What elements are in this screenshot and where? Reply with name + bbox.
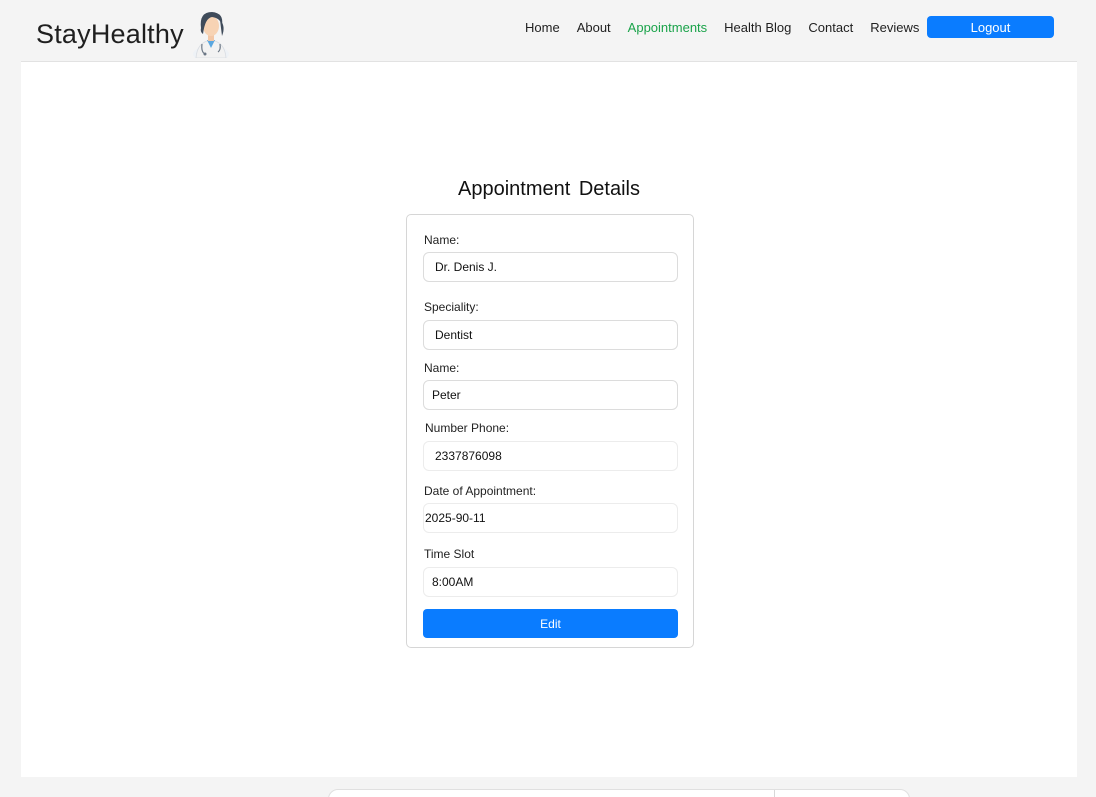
navbar: StayHealthy Home About Appointments Heal… (0, 0, 1096, 61)
speciality-field[interactable] (423, 320, 678, 350)
logout-button[interactable]: Logout (927, 16, 1054, 38)
nav-health-blog[interactable]: Health Blog (724, 20, 791, 35)
phone-field[interactable] (423, 441, 678, 471)
edit-button[interactable]: Edit (423, 609, 678, 638)
main-panel: Appointment Details Name: Speciality: Na… (21, 61, 1077, 777)
footer-card (328, 789, 910, 797)
doctor-name-label: Name: (424, 233, 460, 247)
nav-about[interactable]: About (577, 20, 611, 35)
patient-name-field[interactable] (423, 380, 678, 410)
nav-links: Home About Appointments Health Blog Cont… (525, 20, 936, 35)
phone-label: Number Phone: (425, 421, 510, 435)
patient-name-label: Name: (424, 361, 460, 375)
nav-contact[interactable]: Contact (808, 20, 853, 35)
doctor-name-field[interactable] (423, 252, 678, 282)
appointment-details-card: Name: Speciality: Name: Number Phone: Da… (406, 214, 694, 648)
doctor-avatar-icon[interactable] (190, 8, 232, 58)
date-field[interactable] (423, 503, 678, 533)
nav-appointments[interactable]: Appointments (628, 20, 708, 35)
page-title: Appointment Details (458, 178, 640, 200)
date-label: Date of Appointment: (424, 484, 537, 498)
nav-home[interactable]: Home (525, 20, 560, 35)
time-slot-label: Time Slot (424, 547, 475, 561)
nav-reviews[interactable]: Reviews (870, 20, 919, 35)
footer-divider (774, 790, 775, 797)
speciality-label: Speciality: (424, 300, 479, 314)
brand-name[interactable]: StayHealthy (36, 19, 184, 50)
time-slot-field[interactable] (423, 567, 678, 597)
